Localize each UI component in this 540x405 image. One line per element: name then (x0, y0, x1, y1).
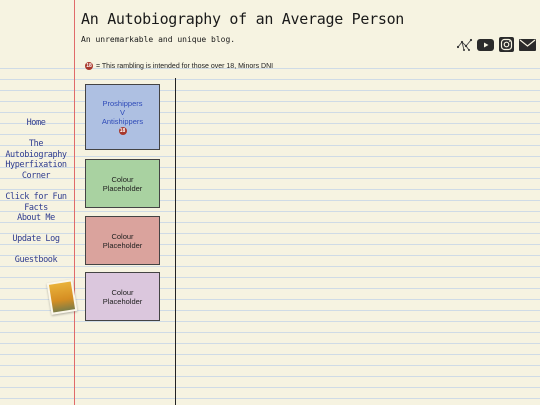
sunflower-painting (48, 281, 76, 313)
nav-item-fun-facts[interactable]: Click for Fun Facts (0, 192, 72, 213)
card-line: Placeholder (102, 183, 143, 193)
nav-item-guestbook[interactable]: Guestbook (0, 255, 72, 276)
nav-item-update-log[interactable]: Update Log (0, 234, 72, 255)
nav-item-home[interactable]: Home (0, 118, 72, 139)
page-tagline: An unremarkable and unique blog. (81, 35, 236, 44)
age-notice: 18 = This rambling is intended for those… (85, 62, 273, 70)
page-title: An Autobiography of an Average Person (81, 10, 405, 28)
sunflower-stamp-image (46, 279, 78, 315)
card-line: Colour (111, 287, 134, 297)
constellation-icon[interactable] (456, 37, 473, 52)
lined-paper-background (0, 0, 540, 405)
mail-icon[interactable] (519, 37, 536, 52)
margin-line (74, 0, 75, 405)
post-card-placeholder-green[interactable]: Colour Placeholder (85, 159, 160, 208)
nav-item-autobiography[interactable]: The Autobiography (0, 139, 72, 160)
post-card-proshippers[interactable]: Proshippers V Antishippers 18 (85, 84, 160, 150)
card-line: Colour (111, 231, 134, 241)
card-line: Placeholder (102, 240, 143, 250)
nav-item-about-me[interactable]: About Me (0, 213, 72, 234)
age-18-icon: 18 (85, 62, 93, 70)
card-line: Antishippers (101, 117, 144, 126)
card-line: Placeholder (102, 296, 143, 306)
side-navigation: Home The Autobiography Hyperfixation Cor… (0, 118, 72, 276)
card-line: V (119, 108, 125, 117)
age-18-icon: 18 (118, 127, 127, 135)
card-line: Proshippers (102, 99, 143, 108)
column-divider (175, 78, 176, 405)
post-card-placeholder-purple[interactable]: Colour Placeholder (85, 272, 160, 321)
post-card-placeholder-red[interactable]: Colour Placeholder (85, 216, 160, 265)
card-line: Colour (111, 174, 134, 184)
youtube-icon[interactable] (477, 37, 494, 52)
nav-item-hyperfixation-corner[interactable]: Hyperfixation Corner (0, 160, 72, 192)
instagram-icon[interactable] (498, 37, 515, 52)
age-notice-text: = This rambling is intended for those ov… (96, 62, 274, 70)
social-links (456, 37, 536, 52)
